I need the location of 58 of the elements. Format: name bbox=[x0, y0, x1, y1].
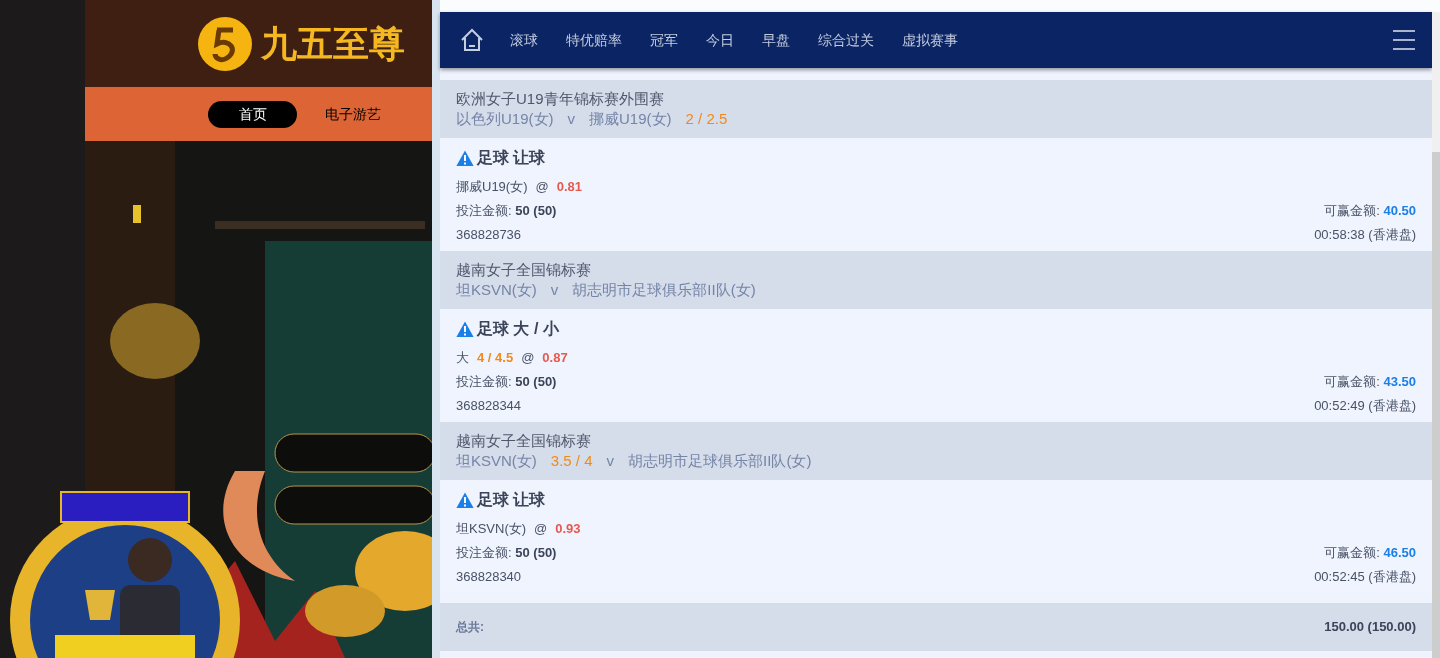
selection-name: 大 bbox=[456, 349, 469, 368]
ticket-number: 368828736 bbox=[456, 226, 522, 245]
logo-text: 九五至尊 bbox=[261, 21, 405, 66]
team-name: 胡志明市足球俱乐部II队(女) bbox=[572, 280, 756, 300]
team-name: 胡志明市足球俱乐部II队(女) bbox=[628, 451, 812, 471]
team-name: 以色列U19(女) bbox=[456, 109, 554, 129]
scrollbar[interactable] bbox=[1432, 12, 1440, 658]
total-amount: 150.00 (150.00) bbox=[1324, 618, 1416, 637]
market-title: 足球 让球 bbox=[477, 490, 546, 510]
bet-time: 00:52:49 (香港盘) bbox=[1314, 397, 1416, 416]
nav-link[interactable]: 首页 bbox=[208, 100, 297, 128]
nav-link[interactable]: 电子游艺 bbox=[325, 103, 381, 125]
logo-icon bbox=[197, 15, 253, 72]
versus-label: v bbox=[606, 451, 615, 471]
handicap-value: 2 / 2.5 bbox=[685, 109, 728, 129]
nav-tab[interactable]: 虚拟赛事 bbox=[902, 29, 958, 51]
handicap-value: 3.5 / 4 bbox=[550, 451, 593, 471]
selection-name: 挪威U19(女) bbox=[456, 178, 528, 197]
potential-win: 可赢金额: 46.50 bbox=[1324, 544, 1416, 563]
league-name: 越南女子全国锦标赛 bbox=[456, 431, 592, 451]
at-sign: @ bbox=[521, 349, 535, 368]
versus-label: v bbox=[550, 280, 559, 300]
nav-tab[interactable]: 早盘 bbox=[762, 29, 790, 51]
warning-icon bbox=[456, 320, 474, 338]
menu-icon[interactable] bbox=[1392, 29, 1416, 51]
team-name: 坦KSVN(女) bbox=[456, 280, 537, 300]
potential-win: 可赢金额: 40.50 bbox=[1324, 202, 1416, 221]
nav-tab[interactable]: 特优赔率 bbox=[566, 29, 622, 51]
nav-tab[interactable]: 冠军 bbox=[650, 29, 678, 51]
stake-amount: 投注金额: 50 (50) bbox=[456, 373, 557, 392]
market-title: 足球 大 / 小 bbox=[477, 319, 559, 339]
odds-value: 0.93 bbox=[555, 520, 581, 539]
stake-amount: 投注金额: 50 (50) bbox=[456, 544, 557, 563]
versus-label: v bbox=[567, 109, 575, 129]
league-name: 越南女子全国锦标赛 bbox=[456, 260, 592, 280]
nav-tab[interactable]: 综合过关 bbox=[818, 29, 874, 51]
team-name: 坦KSVN(女) bbox=[456, 451, 537, 471]
at-sign: @ bbox=[535, 178, 549, 197]
odds-value: 0.87 bbox=[542, 349, 568, 368]
bet-time: 00:52:45 (香港盘) bbox=[1314, 568, 1416, 587]
bet-time: 00:58:38 (香港盘) bbox=[1314, 226, 1416, 245]
odds-value: 0.81 bbox=[556, 178, 583, 197]
potential-win: 可赢金额: 43.50 bbox=[1324, 373, 1416, 392]
total-label: 总共: bbox=[456, 619, 484, 636]
handicap-value: 4 / 4.5 bbox=[477, 349, 514, 368]
stake-amount: 投注金额: 50 (50) bbox=[456, 202, 557, 221]
nav-tab[interactable]: 今日 bbox=[706, 29, 734, 51]
warning-icon bbox=[456, 491, 474, 509]
ticket-number: 368828340 bbox=[456, 568, 522, 587]
nav-tab[interactable]: 滚球 bbox=[510, 29, 538, 51]
at-sign: @ bbox=[534, 520, 548, 539]
warning-icon bbox=[456, 149, 474, 167]
league-name: 欧洲女子U19青年锦标赛外围赛 bbox=[456, 89, 665, 109]
team-name: 挪威U19(女) bbox=[589, 109, 672, 129]
home-icon[interactable] bbox=[460, 28, 484, 52]
selection-name: 坦KSVN(女) bbox=[456, 520, 527, 539]
market-title: 足球 让球 bbox=[477, 148, 546, 168]
ticket-number: 368828344 bbox=[456, 397, 522, 416]
